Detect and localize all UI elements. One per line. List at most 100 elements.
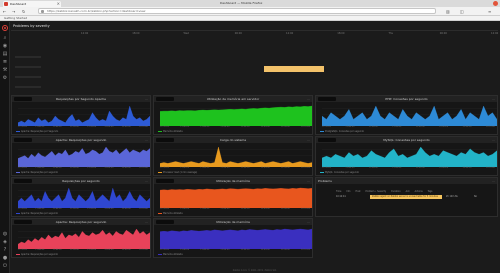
graph-widget-header: Apache: Requisições por segundo ⋯ [12, 137, 150, 143]
graph-legend: Processor load (1 min average) [158, 171, 197, 174]
x-axis: 11:35:00 11:40:00 11:45:00 11:50:00 11:55:00… [160, 167, 310, 170]
x-tick-label: 12:05:00 [280, 126, 290, 128]
help-icon[interactable]: ? [2, 248, 8, 253]
widget-menu-icon[interactable]: ⋯ [145, 219, 148, 225]
gear-icon[interactable]: ⚙ [2, 76, 8, 81]
x-tick-label: 11:55:00 [415, 167, 425, 169]
timeline-row-label [15, 86, 41, 88]
x-tick-label: 11:35:00 [322, 167, 331, 169]
graph-widget-title: MySQL: Conexões por segundo [383, 138, 430, 142]
graph-widget: Utilização de memória ⋯ 11:35:00 11:40:00 11… [153, 218, 313, 258]
search-icon[interactable]: ⌕ [2, 36, 8, 41]
window-close-button[interactable] [493, 1, 498, 6]
header-divider [11, 30, 498, 31]
legend-swatch [158, 171, 162, 174]
widget-menu-icon[interactable]: ⋯ [145, 96, 148, 102]
bookmark-getting-started[interactable]: Getting Started [4, 16, 27, 21]
problems-column-header[interactable]: Time [336, 190, 341, 193]
share-icon[interactable]: ◈ [2, 240, 8, 245]
graph-plot-area[interactable] [154, 144, 312, 167]
problems-column-header[interactable]: Host [356, 190, 361, 193]
widget-menu-icon[interactable]: ⋯ [307, 96, 310, 102]
graph-plot-area[interactable] [154, 226, 312, 249]
redacted-host-label [14, 179, 32, 183]
widget-menu-icon[interactable]: ⋯ [492, 178, 495, 184]
x-tick-label: 11:40:00 [35, 167, 45, 169]
x-axis: 11:35:00 11:40:00 11:45:00 11:50:00 11:55:00… [322, 126, 495, 129]
series-area [322, 146, 497, 167]
forward-button[interactable]: → [12, 9, 15, 14]
graph-plot-area[interactable] [12, 185, 150, 208]
timeline-scale-label: Wed [183, 32, 189, 35]
x-tick-label: 12:00:00 [104, 167, 114, 169]
power-icon[interactable]: ⏻ [2, 264, 8, 269]
x-tick-label: 11:55:00 [240, 249, 250, 251]
graph-plot-area[interactable] [316, 103, 497, 126]
library-icon[interactable]: ▥ [446, 9, 450, 14]
timeline-scale-label: 18:00 [337, 32, 345, 35]
problems-column-header[interactable]: Actions [415, 190, 423, 193]
graph-plot-area[interactable] [154, 103, 312, 126]
x-tick-label: 11:45:00 [200, 126, 210, 128]
bookmarks-bar: Getting Started [0, 16, 500, 21]
problems-column-header[interactable]: Problem • Severity [365, 190, 386, 193]
graph-legend: Memória utilizada [158, 130, 183, 133]
reload-button[interactable]: ↻ [22, 9, 25, 14]
widget-menu-icon[interactable]: ⋯ [145, 137, 148, 143]
back-button[interactable]: ← [3, 9, 6, 14]
problems-column-header[interactable]: Duration [391, 190, 401, 193]
problem-ack[interactable]: No [474, 195, 477, 199]
widget-menu-icon[interactable]: ⋯ [492, 96, 495, 102]
graph-widget-title: Utilização de memória em servidor [206, 97, 260, 101]
window-titlebar: Dashboard × Dashboard — Mozilla Firefox [0, 0, 500, 7]
graph-widget-header: Requisições por segundo ⋯ [12, 178, 150, 184]
x-tick-label: 12:05:00 [280, 208, 290, 210]
list-icon[interactable]: ≣ [2, 60, 8, 65]
legend-swatch [16, 130, 20, 133]
x-tick-label: 11:40:00 [180, 208, 190, 210]
graph-legend: Apache: Requisições por segundo [16, 212, 58, 215]
x-axis: 11:35:00 11:40:00 11:45:00 11:50:00 11:55:00… [18, 167, 148, 170]
widget-menu-icon[interactable]: ⋯ [492, 137, 495, 143]
graph-plot-area[interactable] [316, 144, 497, 167]
chart-icon[interactable]: ▤ [2, 52, 8, 57]
url-bar[interactable]: https://zabbix.kanakh.com.br/zabbix.php?… [38, 8, 436, 14]
graph-plot-area[interactable] [12, 103, 150, 126]
problems-column-header[interactable]: Ack [406, 190, 410, 193]
footer-copyright: Zabbix 4.0.4. © 2001–2019, Zabbix SIA [232, 269, 277, 272]
x-tick-label: 11:55:00 [240, 167, 250, 169]
problem-row[interactable]: 10:12:41 Zabbix agent on Zabbix server i… [336, 195, 493, 199]
x-tick-label: 11:55:00 [240, 208, 250, 210]
problem-time: 10:12:41 [336, 195, 346, 198]
graph-plot-area[interactable] [12, 144, 150, 167]
graph-legend: Memória utilizada [158, 212, 183, 215]
widget-menu-icon[interactable]: ⋯ [145, 178, 148, 184]
user-icon[interactable]: ● [2, 256, 8, 261]
graph-plot-area[interactable] [154, 185, 312, 208]
lock-icon [41, 10, 44, 13]
widget-menu-icon[interactable]: ⋯ [307, 178, 310, 184]
x-tick-label: 11:50:00 [392, 126, 402, 128]
widget-menu-icon[interactable]: ⋯ [307, 219, 310, 225]
graph-plot-area[interactable] [12, 226, 150, 249]
problems-column-header[interactable]: Tags [428, 190, 433, 193]
timeline-scale-label: 12:00 [491, 32, 499, 35]
support-icon[interactable]: ◍ [2, 232, 8, 237]
x-tick-label: 12:10:00 [300, 208, 310, 210]
problems-column-header[interactable]: Info [346, 190, 350, 193]
graph-widget-title: Requisições por segundo [62, 179, 100, 183]
wrench-icon[interactable]: ⚒ [2, 68, 8, 73]
x-tick-label: 11:45:00 [200, 249, 210, 251]
menu-button[interactable]: ≡ [488, 9, 491, 14]
eye-icon[interactable]: ◉ [2, 44, 8, 49]
problem-description[interactable]: Zabbix agent on Zabbix server is unreach… [372, 195, 438, 199]
sidebar-toggle-icon[interactable]: ◫ [460, 9, 464, 14]
x-tick-label: 12:00:00 [439, 167, 449, 169]
timeline-problem-bar[interactable] [264, 66, 324, 72]
problems-widget-title: Problems [318, 179, 332, 183]
widget-menu-icon[interactable]: ⋯ [307, 137, 310, 143]
zabbix-logo-icon[interactable] [2, 25, 8, 31]
graph-widget-title: PHP: Conexões por segundo [385, 97, 428, 101]
graph-widget-header: Utilização de memória em servidor ⋯ [154, 96, 312, 102]
x-tick-label: 11:35:00 [160, 249, 169, 251]
